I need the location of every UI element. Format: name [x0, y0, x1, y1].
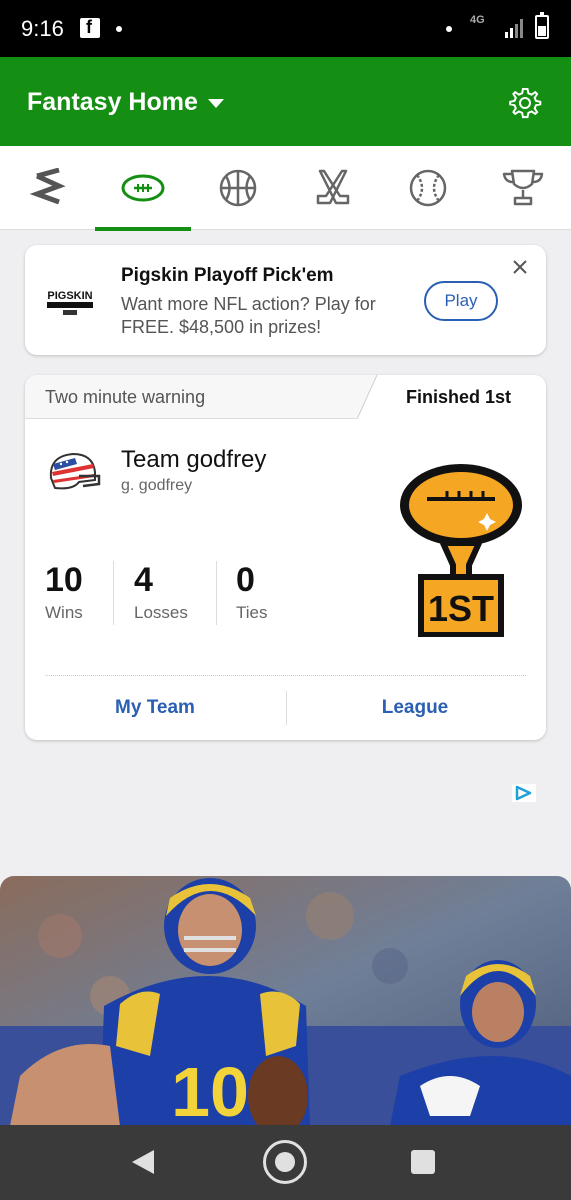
all-sports-icon [29, 168, 66, 205]
team-name: Team godfrey [121, 446, 267, 473]
card-divider [45, 675, 526, 676]
facebook-notification-icon [80, 17, 100, 38]
stat-divider [113, 561, 114, 625]
banner-divider [356, 375, 378, 419]
losses-label: Losses [134, 603, 188, 622]
page-title-dropdown[interactable]: Fantasy Home [27, 88, 198, 117]
home-icon[interactable] [263, 1140, 307, 1184]
pigskin-logo: PIGSKIN [47, 290, 93, 315]
stat-divider [216, 561, 217, 625]
team-card-header: Two minute warning Finished 1st [25, 375, 546, 419]
baseball-icon [409, 169, 447, 207]
losses-stat: 4 Losses [134, 561, 188, 623]
rams-player-photo[interactable]: 10 [0, 876, 571, 1126]
play-button[interactable]: Play [424, 281, 498, 321]
notification-dot-icon [116, 26, 122, 32]
ties-label: Ties [236, 603, 268, 622]
tab-basketball[interactable] [190, 146, 286, 230]
wins-label: Wins [45, 603, 83, 622]
wins-value: 10 [45, 561, 83, 599]
tab-baseball[interactable] [380, 146, 476, 230]
ties-stat: 0 Ties [236, 561, 268, 623]
tab-football[interactable] [95, 146, 191, 231]
gear-icon[interactable] [508, 86, 542, 120]
svg-text:1ST: 1ST [428, 588, 494, 629]
promo-card: PIGSKIN Pigskin Playoff Pick'em Want mor… [25, 245, 546, 355]
tab-all-sports[interactable] [0, 146, 96, 230]
promo-description: Want more NFL action? Play for FREE. $48… [121, 294, 376, 337]
league-name: Two minute warning [45, 387, 206, 407]
svg-text:PIGSKIN: PIGSKIN [47, 290, 92, 302]
football-icon [121, 174, 165, 202]
sports-tab-bar [0, 146, 571, 231]
notification-dot-icon [446, 26, 452, 32]
my-team-link[interactable]: My Team [35, 697, 275, 719]
team-card[interactable]: Two minute warning Finished 1st Team god… [25, 375, 546, 740]
promo-title: Pigskin Playoff Pick'em [121, 265, 334, 286]
team-owner: g. godfrey [121, 477, 193, 494]
link-divider [286, 691, 287, 725]
back-icon[interactable] [132, 1150, 154, 1174]
ties-value: 0 [236, 561, 255, 599]
battery-icon [535, 12, 549, 39]
network-type: 4G [470, 14, 485, 26]
first-place-trophy-icon: 1ST [400, 464, 522, 637]
recent-apps-icon[interactable] [411, 1150, 435, 1174]
finish-label: Finished 1st [406, 387, 512, 407]
chevron-down-icon[interactable] [208, 99, 224, 108]
ad-choices-icon[interactable] [512, 784, 536, 802]
team-helmet-avatar [49, 452, 101, 490]
basketball-icon [219, 169, 257, 207]
league-link[interactable]: League [295, 697, 535, 719]
tab-trophy[interactable] [475, 146, 571, 230]
losses-value: 4 [134, 561, 153, 599]
status-time: 9:16 [21, 16, 64, 41]
close-icon[interactable] [510, 257, 530, 277]
hockey-icon [316, 169, 350, 205]
status-bar: 9:16 4G [0, 0, 571, 57]
signal-icon [505, 19, 523, 38]
trophy-icon [502, 169, 544, 206]
svg-text:10: 10 [171, 1053, 249, 1126]
tab-hockey[interactable] [285, 146, 381, 230]
wins-stat: 10 Wins [45, 561, 83, 623]
app-bar: Fantasy Home [0, 57, 571, 146]
